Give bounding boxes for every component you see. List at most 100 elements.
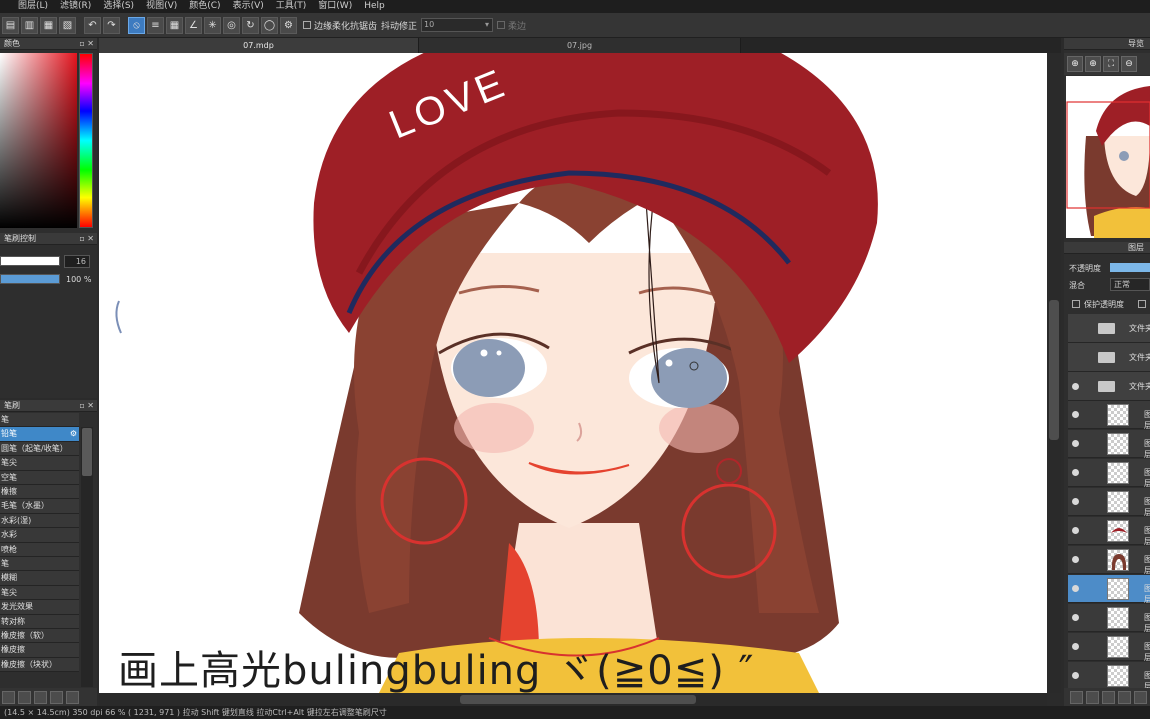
visibility-eye-icon[interactable] (1072, 614, 1079, 621)
brush-list-item[interactable]: 橡皮擦（块状） (0, 657, 79, 673)
snap-off-icon[interactable]: ⦸ (128, 16, 145, 34)
brush-list-item[interactable]: 橡擦 (0, 485, 79, 500)
visibility-eye-icon[interactable] (1072, 440, 1079, 447)
zoom-in-alt-icon[interactable]: ⊕ (1085, 56, 1101, 72)
redo-icon[interactable]: ↷ (103, 16, 120, 34)
brush-add-icon[interactable] (2, 690, 15, 704)
hue-slider[interactable] (79, 53, 93, 228)
panel-close-icon[interactable]: ▫ ✕ (79, 400, 94, 412)
new-file-icon[interactable]: ▤ (2, 16, 19, 34)
drawing-canvas[interactable]: LOVE (99, 53, 1047, 693)
open-file-icon[interactable]: ▥ (21, 16, 38, 34)
blend-mode-select[interactable]: 正常 (1110, 278, 1150, 291)
brush-list-item[interactable]: 水彩(湿) (0, 513, 79, 529)
visibility-eye-icon[interactable] (1072, 643, 1079, 650)
canvas-horizontal-scroll-thumb[interactable] (460, 695, 696, 704)
layer-row[interactable]: 图层 (1068, 546, 1150, 575)
brush-list-scroll-thumb[interactable] (82, 428, 92, 476)
layer-row[interactable]: 图层 (1068, 575, 1150, 604)
add-halftone-layer-icon[interactable] (1086, 690, 1099, 704)
visibility-eye-icon[interactable] (1072, 469, 1079, 476)
menu-tools[interactable]: 工具(T) (270, 0, 313, 13)
snap-vanish-icon[interactable]: ∠ (185, 16, 202, 34)
clipping-checkbox[interactable] (1138, 300, 1146, 308)
brush-opacity-slider[interactable] (0, 274, 60, 284)
layer-folder-2[interactable]: 文件夹 (1068, 343, 1150, 372)
snap-curve-icon[interactable]: ↻ (242, 16, 259, 34)
menu-view[interactable]: 视图(V) (140, 0, 183, 13)
layer-row[interactable]: 图层 (1068, 517, 1150, 546)
brush-list-item[interactable]: 笔 (0, 413, 79, 428)
menu-display[interactable]: 表示(V) (227, 0, 270, 13)
visibility-eye-icon[interactable] (1072, 527, 1079, 534)
snap-grid-icon[interactable]: ▦ (166, 16, 183, 34)
undo-icon[interactable]: ↶ (84, 16, 101, 34)
merge-layer-icon[interactable] (1134, 690, 1147, 704)
visibility-eye-icon[interactable] (1072, 672, 1079, 679)
layer-row[interactable]: 图层 (1068, 604, 1150, 633)
brush-list-item[interactable]: 笔 (0, 557, 79, 572)
brush-list-item[interactable]: 笔尖 (0, 456, 79, 471)
brush-settings-icon[interactable]: ⚙ (70, 427, 77, 440)
export-icon[interactable]: ▧ (59, 16, 76, 34)
brush-folder-icon[interactable] (34, 690, 47, 704)
brush-list-item[interactable]: 发光效果 (0, 600, 79, 615)
brush-list-item[interactable]: 铅笔 ⚙ (0, 427, 79, 442)
brush-list-item[interactable]: 空笔 (0, 470, 79, 485)
menu-select[interactable]: 选择(S) (97, 0, 140, 13)
add-layer-icon[interactable] (1070, 690, 1083, 704)
snap-radial-icon[interactable]: ✳ (204, 16, 221, 34)
stabilizer-select[interactable]: 10 (421, 18, 494, 32)
layer-row[interactable]: 图层 (1068, 488, 1150, 517)
canvas-vertical-scroll-thumb[interactable] (1049, 300, 1059, 440)
visibility-eye-icon[interactable] (1072, 556, 1079, 563)
menu-help[interactable]: Help (358, 0, 391, 13)
layer-opacity-slider[interactable] (1110, 263, 1150, 272)
add-folder-icon[interactable] (1102, 690, 1115, 704)
layer-folder-3[interactable]: 文件夹 (1068, 372, 1150, 401)
brush-size-slider[interactable] (0, 256, 60, 266)
brush-copy-icon[interactable] (18, 690, 31, 704)
visibility-eye-icon[interactable] (1072, 383, 1079, 390)
tab-07-mdp[interactable]: 07.mdp (99, 38, 419, 53)
protect-alpha-checkbox[interactable] (1072, 300, 1080, 308)
panel-close-icon[interactable]: ▫ ✕ (79, 38, 94, 50)
tab-07-jpg[interactable]: 07.jpg (419, 38, 741, 53)
brush-size-value[interactable]: 16 (64, 255, 90, 268)
brush-duplicate-icon[interactable] (66, 690, 79, 704)
brush-list-item[interactable]: 笔尖 (0, 585, 79, 601)
layer-row[interactable]: 图层 (1068, 459, 1150, 488)
layer-row[interactable]: 图层 (1068, 633, 1150, 662)
brush-list-item[interactable]: 喷枪 (0, 542, 79, 557)
color-saturation-value-picker[interactable] (0, 53, 77, 228)
brush-list-item[interactable]: 水彩 (0, 528, 79, 543)
brush-list-item[interactable]: 毛笔（水墨） (0, 499, 79, 514)
antialias-checkbox[interactable] (303, 21, 311, 29)
snap-parallel-icon[interactable]: ≡ (147, 16, 164, 34)
zoom-in-icon[interactable]: ⊕ (1067, 56, 1083, 72)
snap-settings-icon[interactable]: ⚙ (280, 16, 297, 34)
menu-filter[interactable]: 滤镜(R) (54, 0, 97, 13)
menu-window[interactable]: 窗口(W) (312, 0, 358, 13)
brush-list-item[interactable]: 转对称 (0, 614, 79, 629)
navigator-preview[interactable] (1066, 76, 1150, 238)
layer-row[interactable]: 图层 (1068, 430, 1150, 459)
snap-concentric-icon[interactable]: ◎ (223, 16, 240, 34)
menu-layer[interactable]: 图层(L) (12, 0, 54, 13)
brush-list-item[interactable]: 圆笔（起笔/收笔） (0, 441, 79, 457)
brush-list-item[interactable]: 橡皮擦 (0, 643, 79, 658)
layer-folder-1[interactable]: 文件夹 (1068, 314, 1150, 343)
duplicate-layer-icon[interactable] (1118, 690, 1131, 704)
brush-list-item[interactable]: 模糊 (0, 571, 79, 586)
soft-checkbox[interactable] (497, 21, 506, 29)
menu-color[interactable]: 颜色(C) (183, 0, 226, 13)
layer-row[interactable]: 图层 (1068, 401, 1150, 430)
brush-import-icon[interactable] (50, 690, 63, 704)
visibility-eye-icon[interactable] (1072, 585, 1079, 592)
save-file-icon[interactable]: ▦ (40, 16, 57, 34)
brush-list-item[interactable]: 橡皮擦（软） (0, 629, 79, 644)
snap-ellipse-icon[interactable]: ◯ (261, 16, 278, 34)
visibility-eye-icon[interactable] (1072, 498, 1079, 505)
zoom-out-icon[interactable]: ⊖ (1121, 56, 1137, 72)
visibility-eye-icon[interactable] (1072, 411, 1079, 418)
